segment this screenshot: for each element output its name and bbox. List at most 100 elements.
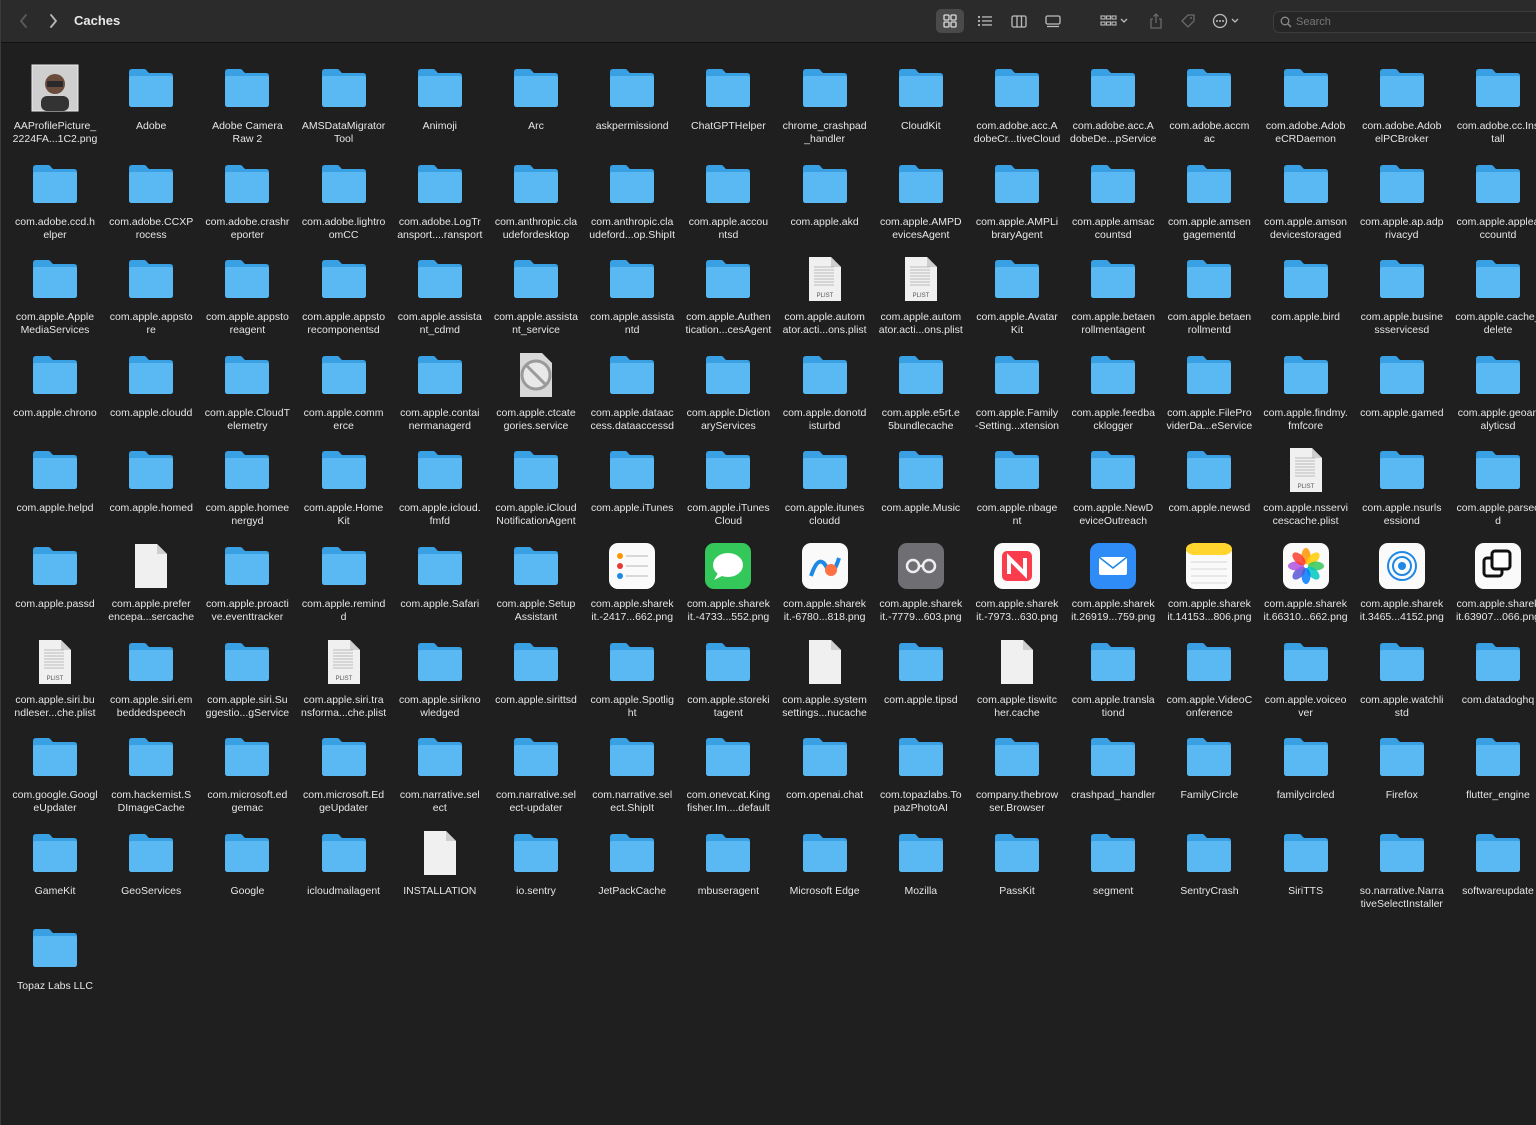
back-button[interactable]: [13, 10, 35, 32]
folder-item[interactable]: Firefox: [1354, 713, 1450, 803]
folder-item[interactable]: askpermissiond: [584, 44, 680, 134]
folder-item[interactable]: com.apple.NewD eviceOutreach: [1065, 426, 1161, 527]
icon-view-button[interactable]: [936, 9, 964, 33]
folder-item[interactable]: com.apple.Avatar Kit: [969, 235, 1065, 336]
folder-item[interactable]: com.apple.iTunes: [584, 426, 680, 516]
folder-item[interactable]: com.apple.sirikno wledged: [392, 618, 488, 719]
folder-item[interactable]: com.apple.nbage nt: [969, 426, 1065, 527]
file-item[interactable]: com.apple.sharek it.3465...4152.png: [1354, 522, 1450, 623]
file-item[interactable]: com.apple.sharek it.-2417...662.png: [584, 522, 680, 623]
folder-item[interactable]: Arc: [488, 44, 584, 134]
file-item[interactable]: com.apple.sharek it.-4733...552.png: [680, 522, 776, 623]
folder-item[interactable]: com.apple.iTunes Cloud: [680, 426, 776, 527]
folder-item[interactable]: com.apple.findmy. fmfcore: [1258, 331, 1354, 432]
folder-item[interactable]: com.apple.transla tiond: [1065, 618, 1161, 719]
folder-item[interactable]: Animoji: [392, 44, 488, 134]
folder-item[interactable]: com.apple.akd: [777, 140, 873, 230]
folder-item[interactable]: FamilyCircle: [1161, 713, 1257, 803]
folder-item[interactable]: com.apple.storeki tagent: [680, 618, 776, 719]
folder-item[interactable]: com.topazlabs.To pazPhotoAI: [873, 713, 969, 814]
folder-item[interactable]: com.apple.ap.adp rivacyd: [1354, 140, 1450, 241]
folder-item[interactable]: com.adobe.CCXP rocess: [103, 140, 199, 241]
search-field[interactable]: [1273, 11, 1536, 33]
folder-item[interactable]: com.apple.accou ntsd: [680, 140, 776, 241]
folder-item[interactable]: com.apple.Safari: [392, 522, 488, 612]
column-view-button[interactable]: [1005, 9, 1033, 33]
folder-item[interactable]: com.apple.newsd: [1161, 426, 1257, 516]
folder-item[interactable]: com.apple.Spotlig ht: [584, 618, 680, 719]
folder-item[interactable]: com.apple.amsen gagementd: [1161, 140, 1257, 241]
folder-item[interactable]: AMSDataMigrator Tool: [296, 44, 392, 145]
folder-item[interactable]: com.apple.Apple MediaServices: [7, 235, 103, 336]
folder-item[interactable]: com.apple.betaen rollmentd: [1161, 235, 1257, 336]
folder-item[interactable]: com.adobe.Adob eCRDaemon: [1258, 44, 1354, 145]
folder-item[interactable]: com.microsoft.ed gemac: [199, 713, 295, 814]
folder-item[interactable]: com.apple.appsto recomponentsd: [296, 235, 392, 336]
folder-item[interactable]: com.apple.Music: [873, 426, 969, 516]
folder-item[interactable]: crashpad_handler: [1065, 713, 1161, 803]
folder-item[interactable]: com.narrative.sel ect: [392, 713, 488, 814]
group-by-button[interactable]: [1097, 9, 1133, 33]
folder-item[interactable]: com.apple.amson devicestoraged: [1258, 140, 1354, 241]
folder-item[interactable]: com.narrative.sel ect-updater: [488, 713, 584, 814]
action-menu-button[interactable]: [1209, 9, 1247, 33]
folder-item[interactable]: com.apple.siri.em beddedspeech: [103, 618, 199, 719]
folder-item[interactable]: Adobe Camera Raw 2: [199, 44, 295, 145]
file-item[interactable]: AAProfilePicture_ 2224FA...1C2.png: [7, 44, 103, 145]
folder-item[interactable]: com.apple.e5rt.e 5bundlecache: [873, 331, 969, 432]
folder-item[interactable]: com.apple.donotd isturbd: [777, 331, 873, 432]
file-item[interactable]: com.apple.ctcate gories.service: [488, 331, 584, 432]
folder-item[interactable]: com.anthropic.cla udeford...op.ShipIt: [584, 140, 680, 241]
folder-item[interactable]: PassKit: [969, 809, 1065, 899]
folder-item[interactable]: com.apple.appsto re: [103, 235, 199, 336]
folder-item[interactable]: Adobe: [103, 44, 199, 134]
folder-item[interactable]: GeoServices: [103, 809, 199, 899]
file-item[interactable]: com.apple.prefer encepa...sercache: [103, 522, 199, 623]
file-item[interactable]: INSTALLATION: [392, 809, 488, 899]
file-item[interactable]: PLIST com.apple.autom ator.acti...ons.pli…: [777, 235, 873, 336]
folder-item[interactable]: com.apple.betaen rollmentagent: [1065, 235, 1161, 336]
folder-item[interactable]: JetPackCache: [584, 809, 680, 899]
folder-item[interactable]: com.narrative.sel ect.ShipIt: [584, 713, 680, 814]
folder-item[interactable]: com.apple.assista nt_cdmd: [392, 235, 488, 336]
folder-item[interactable]: com.onevcat.King fisher.Im....default: [680, 713, 776, 814]
folder-item[interactable]: com.apple.voiceo ver: [1258, 618, 1354, 719]
folder-item[interactable]: com.apple.Setup Assistant: [488, 522, 584, 623]
file-item[interactable]: com.apple.sharek it.26919...759.png: [1065, 522, 1161, 623]
folder-item[interactable]: com.anthropic.cla udefordesktop: [488, 140, 584, 241]
file-item[interactable]: PLIST com.apple.siri.tra nsforma...che.pl…: [296, 618, 392, 719]
file-item[interactable]: com.apple.sharek it.-7779...603.png: [873, 522, 969, 623]
folder-item[interactable]: CloudKit: [873, 44, 969, 134]
folder-item[interactable]: com.apple.tipsd: [873, 618, 969, 708]
folder-item[interactable]: com.apple.sirittsd: [488, 618, 584, 708]
folder-item[interactable]: com.apple.CloudT elemetry: [199, 331, 295, 432]
folder-item[interactable]: com.apple.remind d: [296, 522, 392, 623]
folder-item[interactable]: Mozilla: [873, 809, 969, 899]
folder-item[interactable]: com.adobe.crashr eporter: [199, 140, 295, 241]
folder-item[interactable]: com.adobe.lightro omCC: [296, 140, 392, 241]
forward-button[interactable]: [42, 10, 64, 32]
folder-item[interactable]: com.apple.cache_ delete: [1450, 235, 1536, 336]
folder-item[interactable]: com.adobe.Adob elPCBroker: [1354, 44, 1450, 145]
folder-item[interactable]: com.apple.iCloud NotificationAgent: [488, 426, 584, 527]
folder-item[interactable]: com.apple.assista nt_service: [488, 235, 584, 336]
folder-item[interactable]: com.apple.helpd: [7, 426, 103, 516]
share-button[interactable]: [1144, 9, 1168, 33]
file-item[interactable]: com.apple.sharek it.63907...066.png: [1450, 522, 1536, 623]
file-item[interactable]: PLIST com.apple.nsservi cescache.plist: [1258, 426, 1354, 527]
folder-item[interactable]: Microsoft Edge: [777, 809, 873, 899]
folder-item[interactable]: com.apple.busine ssservicesd: [1354, 235, 1450, 336]
folder-item[interactable]: GameKit: [7, 809, 103, 899]
folder-item[interactable]: chrome_crashpad _handler: [777, 44, 873, 145]
folder-item[interactable]: familycircled: [1258, 713, 1354, 803]
folder-item[interactable]: com.apple.geoan alyticsd: [1450, 331, 1536, 432]
folder-item[interactable]: com.apple.VideoC onference: [1161, 618, 1257, 719]
folder-item[interactable]: com.apple.icloud. fmfd: [392, 426, 488, 527]
file-item[interactable]: PLIST com.apple.siri.bu ndleser...che.pli…: [7, 618, 103, 719]
folder-item[interactable]: com.openai.chat: [777, 713, 873, 803]
folder-item[interactable]: com.adobe.acc.A dobeDe...pService: [1065, 44, 1161, 145]
folder-item[interactable]: company.thebrow ser.Browser: [969, 713, 1065, 814]
folder-item[interactable]: com.apple.gamed: [1354, 331, 1450, 421]
folder-item[interactable]: Topaz Labs LLC: [7, 904, 103, 994]
folder-item[interactable]: com.apple.assista ntd: [584, 235, 680, 336]
